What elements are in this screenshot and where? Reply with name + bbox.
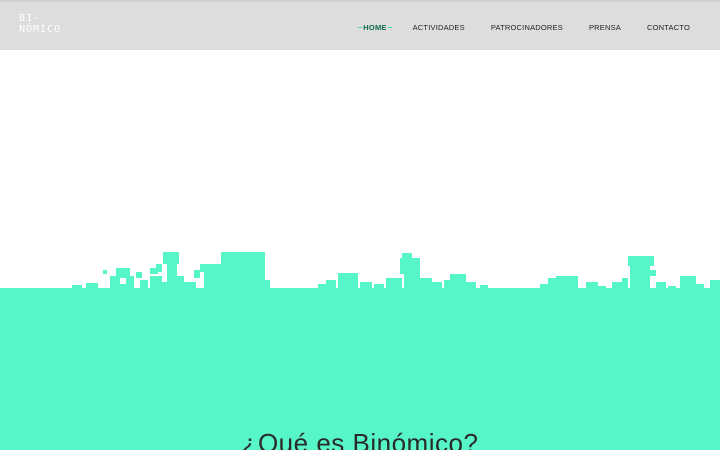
section-heading: ¿Qué es Binómico? xyxy=(241,428,479,450)
nav-item-prensa[interactable]: PRENSA xyxy=(589,23,621,32)
nav-item-contacto[interactable]: CONTACTO xyxy=(647,23,690,32)
top-header: BI- NÓMICO HOME ACTIVIDADES PATROCINADOR… xyxy=(0,0,720,50)
main-nav: HOME ACTIVIDADES PATROCINADORES PRENSA C… xyxy=(337,20,690,34)
site-logo[interactable]: BI- NÓMICO xyxy=(19,13,79,39)
logo-line-1: BI- xyxy=(19,13,42,24)
page: ¿Qué es Binómico? BI- NÓMICO HOME ACTIVI… xyxy=(0,0,720,450)
logo-line-2: NÓMICO xyxy=(19,24,62,35)
hero-green-band xyxy=(0,288,720,450)
nav-item-home[interactable]: HOME xyxy=(358,23,392,32)
nav-item-patrocinadores[interactable]: PATROCINADORES xyxy=(491,23,563,32)
nav-item-actividades[interactable]: ACTIVIDADES xyxy=(413,23,465,32)
